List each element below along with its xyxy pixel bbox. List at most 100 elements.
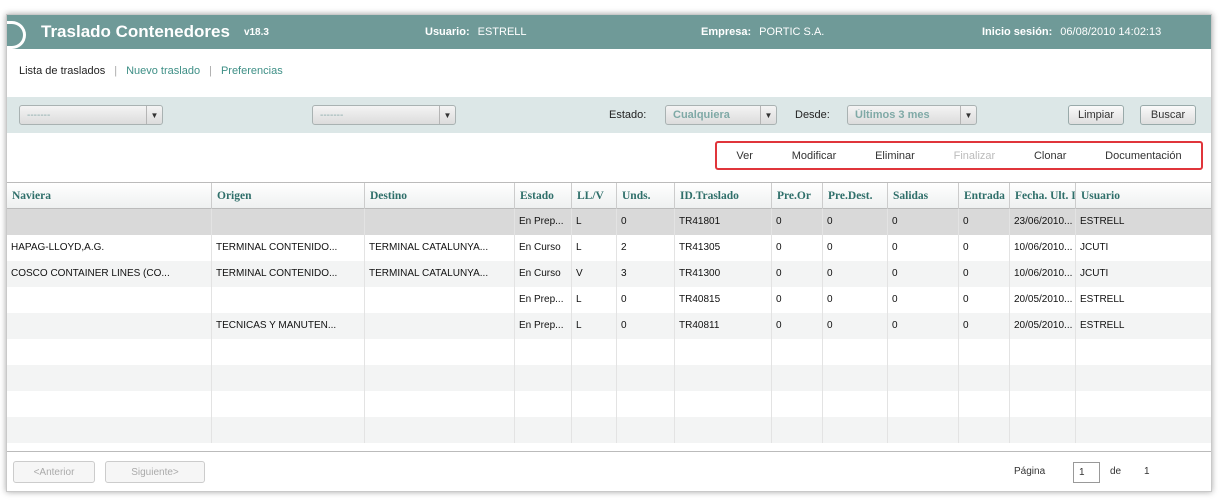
table-cell: ESTRELL — [1076, 209, 1211, 235]
chevron-down-icon: ▼ — [146, 106, 162, 124]
table-cell — [772, 339, 823, 365]
table-cell: 0 — [617, 287, 675, 313]
table-cell — [772, 391, 823, 417]
table-cell — [572, 417, 617, 443]
table-cell: En Curso — [515, 235, 572, 261]
estado-label: Estado: — [609, 109, 647, 121]
column-header[interactable]: Naviera — [7, 183, 212, 209]
table-cell — [7, 209, 212, 235]
table-cell — [617, 417, 675, 443]
table-cell: 0 — [959, 235, 1010, 261]
table-row[interactable]: COSCO CONTAINER LINES (CO... TERMINAL CON… — [7, 261, 1211, 287]
app-window: Traslado Contenedores v18.3 Usuario: EST… — [6, 14, 1212, 492]
filter-bar: ------- ▼ ------- ▼ Estado: Cualquiera ▼… — [7, 97, 1211, 133]
view-action[interactable]: Ver — [736, 150, 753, 162]
column-header[interactable]: Unds. — [617, 183, 675, 209]
table-cell — [572, 339, 617, 365]
column-header[interactable]: ID.Traslado — [675, 183, 772, 209]
filter-select-2[interactable]: ------- ▼ — [312, 105, 456, 125]
tab-nuevo-traslado[interactable]: Nuevo traslado — [126, 65, 200, 77]
empty-table-row — [7, 339, 1211, 365]
table-cell: L — [572, 313, 617, 339]
desde-select[interactable]: Últimos 3 mes ▼ — [847, 105, 977, 125]
table-cell — [515, 391, 572, 417]
table-cell: L — [572, 235, 617, 261]
table-cell: 20/05/2010... — [1010, 313, 1076, 339]
modify-action[interactable]: Modificar — [792, 150, 837, 162]
table-cell: COSCO CONTAINER LINES (CO... — [7, 261, 212, 287]
app-title: Traslado Contenedores — [41, 22, 230, 41]
table-cell — [823, 365, 888, 391]
table-cell — [515, 417, 572, 443]
column-header[interactable]: LL/V — [572, 183, 617, 209]
table-cell — [212, 339, 365, 365]
table-cell: 10/06/2010... — [1010, 235, 1076, 261]
table-cell: 0 — [888, 287, 959, 313]
table-cell — [515, 339, 572, 365]
table-cell — [7, 417, 212, 443]
table-cell: TR41305 — [675, 235, 772, 261]
table-row[interactable]: HAPAG-LLOYD,A.G. TERMINAL CONTENIDO... TER… — [7, 235, 1211, 261]
table-cell: 3 — [617, 261, 675, 287]
action-bar: Ver Modificar Eliminar Finalizar Clonar … — [715, 141, 1203, 170]
column-header[interactable]: Estado — [515, 183, 572, 209]
table-cell — [675, 391, 772, 417]
column-header[interactable]: Usuario — [1076, 183, 1211, 209]
app-version: v18.3 — [243, 26, 269, 38]
delete-action[interactable]: Eliminar — [875, 150, 915, 162]
table-cell — [772, 365, 823, 391]
table-cell — [212, 365, 365, 391]
table-cell: TERMINAL CATALUNYA... — [365, 235, 515, 261]
table-cell: V — [572, 261, 617, 287]
table-cell — [1076, 365, 1211, 391]
column-header[interactable]: Origen — [212, 183, 365, 209]
table-row[interactable]: En Prep... L 0 TR40815 0 0 0 0 20/05/2010... ESTR… — [7, 287, 1211, 313]
company-info: Empresa: PORTIC S.A. — [701, 15, 824, 49]
table-cell — [572, 391, 617, 417]
tab-lista-de-traslados[interactable]: Lista de traslados — [19, 65, 105, 77]
column-header[interactable]: Destino — [365, 183, 515, 209]
table-cell: 23/06/2010... — [1010, 209, 1076, 235]
session-value: 06/08/2010 14:02:13 — [1060, 26, 1162, 38]
filter-select-2-value: ------- — [320, 109, 344, 121]
documentation-action[interactable]: Documentación — [1105, 150, 1181, 162]
column-header[interactable]: Fecha. Ult. I — [1010, 183, 1076, 209]
previous-page-button[interactable]: <Anterior — [13, 461, 95, 483]
estado-select-value: Cualquiera — [673, 109, 730, 121]
page-number-input[interactable] — [1073, 462, 1100, 483]
page-label: Página — [1014, 466, 1046, 477]
table-cell — [7, 365, 212, 391]
clear-button[interactable]: Limpiar — [1068, 105, 1124, 125]
table-cell — [617, 339, 675, 365]
desde-select-value: Últimos 3 mes — [855, 109, 930, 121]
table-cell — [365, 287, 515, 313]
table-cell: 0 — [888, 261, 959, 287]
table-cell: TR40811 — [675, 313, 772, 339]
table-cell: TERMINAL CONTENIDO... — [212, 261, 365, 287]
table-cell: 0 — [823, 261, 888, 287]
session-label: Inicio sesión: — [982, 26, 1053, 38]
table-cell — [365, 417, 515, 443]
table-cell: 0 — [959, 209, 1010, 235]
table-row[interactable]: TECNICAS Y MANUTEN... En Prep... L 0 TR40811… — [7, 313, 1211, 339]
table-cell: 0 — [772, 313, 823, 339]
next-page-button[interactable]: Siguiente> — [105, 461, 205, 483]
column-header[interactable]: Entrada — [959, 183, 1010, 209]
filter-select-1[interactable]: ------- ▼ — [19, 105, 163, 125]
estado-select[interactable]: Cualquiera ▼ — [665, 105, 777, 125]
column-header[interactable]: Pre.Or — [772, 183, 823, 209]
table-cell — [7, 287, 212, 313]
search-button[interactable]: Buscar — [1140, 105, 1196, 125]
table-cell — [675, 365, 772, 391]
table-cell: 0 — [823, 287, 888, 313]
empty-table-row — [7, 417, 1211, 443]
table-row[interactable]: En Prep... L 0 TR41801 0 0 0 0 23/06/2010... ESTR… — [7, 209, 1211, 235]
empty-table-row — [7, 365, 1211, 391]
column-header[interactable]: Pre.Dest. — [823, 183, 888, 209]
table-cell — [823, 339, 888, 365]
table-cell: En Curso — [515, 261, 572, 287]
tab-preferencias[interactable]: Preferencias — [221, 65, 283, 77]
finish-action[interactable]: Finalizar — [954, 150, 996, 162]
clone-action[interactable]: Clonar — [1034, 150, 1066, 162]
column-header[interactable]: Salidas — [888, 183, 959, 209]
